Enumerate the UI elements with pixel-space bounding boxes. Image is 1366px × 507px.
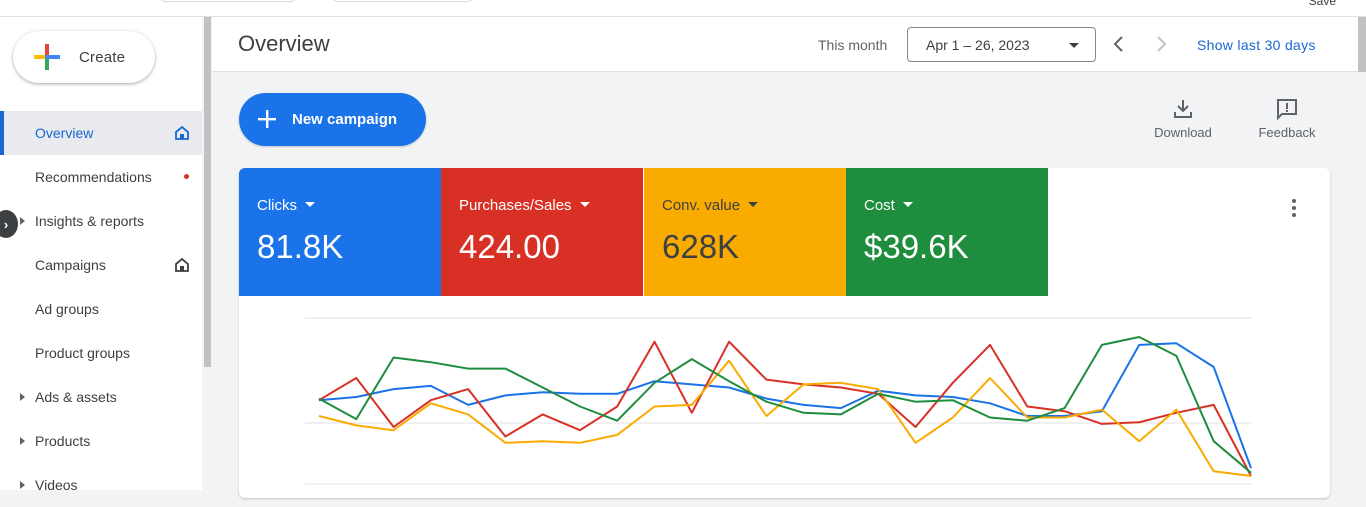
sidebar: Create Overview Recommendations Insights… (0, 17, 202, 493)
new-campaign-label: New campaign (292, 111, 398, 128)
date-range-value: Apr 1 – 26, 2023 (926, 36, 1030, 53)
sidebar-item-label: Campaigns (35, 257, 106, 273)
top-strip: Save (0, 0, 1366, 17)
metric-name: Conv. value (662, 197, 759, 214)
metric-name: Cost (864, 197, 913, 214)
save-label[interactable]: Save (1309, 0, 1336, 8)
sidebar-item-videos[interactable]: Videos (0, 463, 202, 507)
metric-tile-clicks[interactable]: Clicks 81.8K (239, 168, 441, 296)
date-range-select[interactable]: Apr 1 – 26, 2023 (907, 27, 1096, 62)
metric-tile-purchases[interactable]: Purchases/Sales 424.00 (441, 168, 643, 296)
top-pill-1[interactable] (158, 0, 298, 2)
metric-value: 424.00 (459, 228, 560, 265)
download-icon (1174, 100, 1192, 118)
sidebar-item-label: Overview (35, 125, 94, 141)
sidebar-item-label: Videos (35, 477, 78, 493)
sidebar-item-campaigns[interactable]: Campaigns (0, 243, 202, 287)
sidebar-item-overview[interactable]: Overview (0, 111, 202, 155)
chevron-right-icon[interactable] (1149, 32, 1173, 56)
download-label: Download (1154, 125, 1212, 140)
sidebar-item-insights-reports[interactable]: Insights & reports (0, 199, 202, 243)
dropdown-arrow-icon (305, 201, 315, 207)
top-pill-2[interactable] (330, 0, 475, 2)
performance-line-chart (305, 317, 1252, 485)
sidebar-item-recommendations[interactable]: Recommendations (0, 155, 202, 199)
metric-value: 628K (662, 228, 740, 265)
sidebar-item-label: Insights & reports (35, 213, 144, 229)
metric-value: 81.8K (257, 228, 344, 265)
sidebar-item-product-groups[interactable]: Product groups (0, 331, 202, 375)
metric-tile-conv-value[interactable]: Conv. value 628K (644, 168, 846, 296)
chart-series-line-2 (318, 359, 1252, 477)
expand-caret-icon (20, 217, 25, 225)
expand-caret-icon (20, 437, 25, 445)
sidebar-item-label: Ad groups (35, 301, 99, 317)
home-icon (175, 257, 189, 272)
page-header: Overview This month Apr 1 – 26, 2023 Sho… (212, 17, 1366, 72)
dropdown-arrow-icon (1069, 43, 1079, 48)
page-title: Overview (238, 31, 330, 56)
scrollbar-thumb[interactable] (204, 17, 211, 367)
dropdown-arrow-icon (902, 201, 913, 207)
create-button[interactable]: Create (13, 31, 155, 83)
metric-value: $39.6K (864, 228, 969, 265)
home-icon (175, 125, 189, 140)
dropdown-arrow-icon (579, 201, 590, 207)
period-label: This month (818, 37, 888, 53)
more-options-icon[interactable] (1284, 198, 1304, 218)
sidebar-item-label: Product groups (35, 345, 130, 361)
dropdown-arrow-icon (748, 201, 759, 207)
sidebar-item-ads-assets[interactable]: Ads & assets (0, 375, 202, 419)
sidebar-item-label: Ads & assets (35, 389, 117, 405)
create-label: Create (79, 48, 126, 66)
notification-dot-icon (184, 174, 189, 179)
main-scrollbar[interactable] (1358, 17, 1366, 72)
chart-series-line-0 (318, 342, 1252, 469)
sidebar-item-products[interactable]: Products (0, 419, 202, 463)
metric-name: Clicks (257, 197, 315, 214)
show-last-30-days-link[interactable]: Show last 30 days (1197, 37, 1316, 53)
chart-series-line-1 (318, 340, 1252, 477)
feedback-icon (1277, 99, 1297, 121)
sidebar-nav: Overview Recommendations Insights & repo… (0, 111, 202, 507)
sidebar-item-ad-groups[interactable]: Ad groups (0, 287, 202, 331)
feedback-button[interactable]: Feedback (1247, 97, 1327, 140)
expand-caret-icon (20, 481, 25, 489)
metric-tile-cost[interactable]: Cost $39.6K (846, 168, 1048, 296)
feedback-label: Feedback (1258, 125, 1316, 140)
new-campaign-button[interactable]: New campaign (239, 93, 426, 146)
chart-series-line-3 (318, 336, 1252, 474)
metric-name: Purchases/Sales (459, 197, 590, 214)
sidebar-item-label: Products (35, 433, 91, 449)
chevron-left-icon[interactable] (1107, 32, 1131, 56)
performance-card: Clicks 81.8K Purchases/Sales 424.00 Conv… (239, 168, 1330, 498)
sidebar-scrollbar[interactable] (202, 17, 212, 490)
expand-caret-icon (20, 393, 25, 401)
plus-icon (257, 106, 277, 134)
google-plus-icon (33, 43, 61, 71)
sidebar-item-label: Recommendations (35, 169, 152, 185)
download-button[interactable]: Download (1143, 97, 1223, 140)
